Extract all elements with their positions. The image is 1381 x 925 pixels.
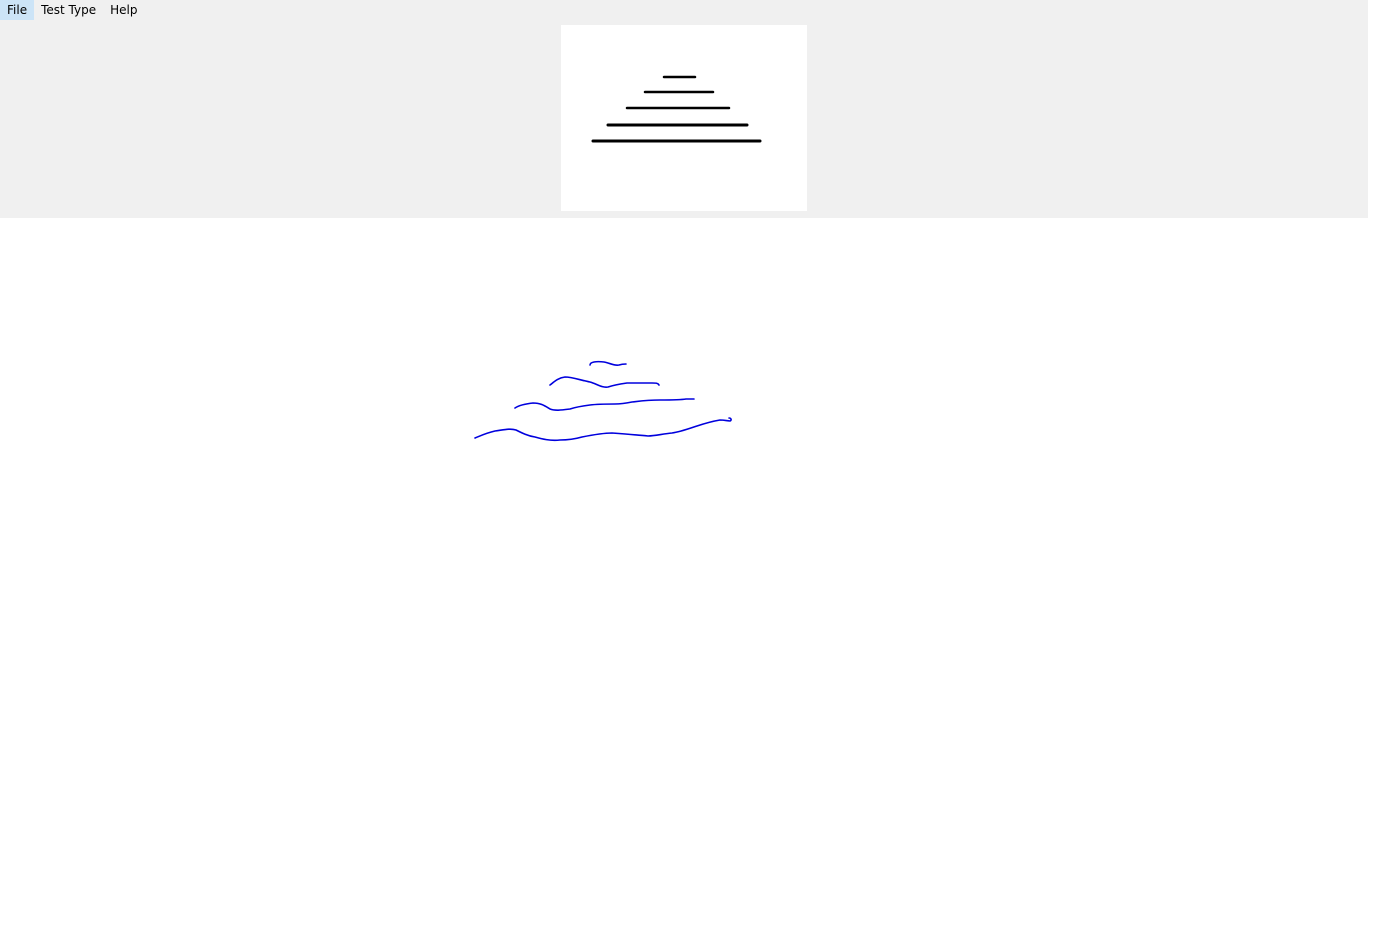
app-window: File Test Type Help: [0, 0, 1381, 925]
reference-panel: File Test Type Help: [0, 0, 1368, 218]
menu-test-type[interactable]: Test Type: [34, 0, 103, 20]
drawn-stroke-3: [514, 398, 695, 411]
drawn-stroke-2: [549, 376, 660, 388]
drawn-stroke-1: [589, 360, 627, 366]
reference-figure: [561, 25, 807, 211]
reference-figure-svg: [591, 75, 762, 143]
drawing-canvas-svg[interactable]: [0, 218, 1381, 925]
drawn-stroke-4: [474, 417, 732, 442]
menu-file[interactable]: File: [0, 0, 35, 20]
menu-help[interactable]: Help: [103, 0, 144, 20]
drawing-canvas[interactable]: [0, 218, 1381, 925]
menubar: File Test Type Help: [0, 0, 144, 20]
